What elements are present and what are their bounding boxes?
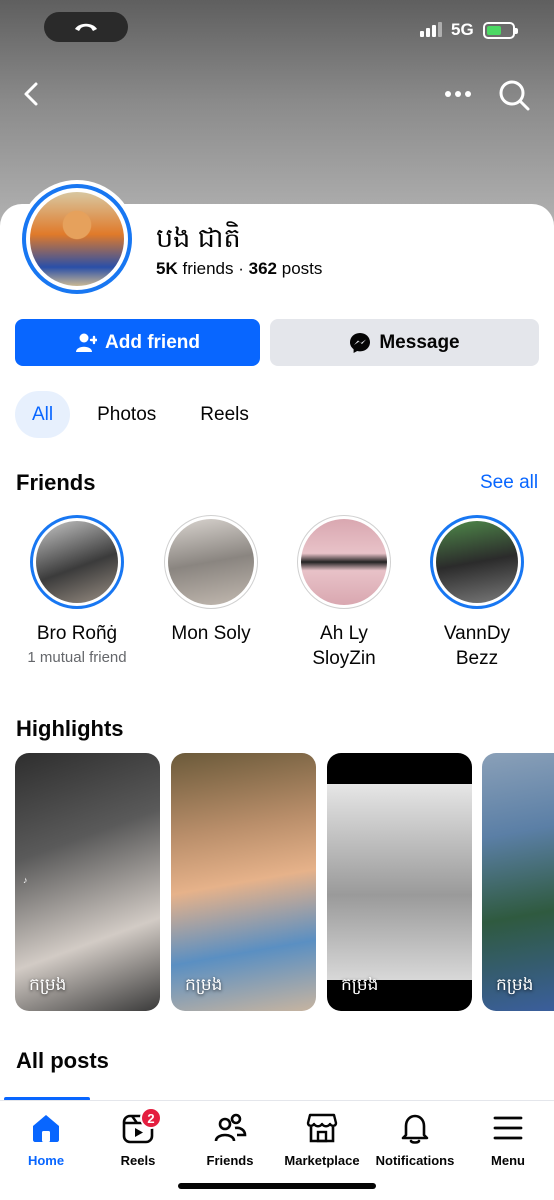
avatar-photo (30, 192, 124, 286)
reels-badge: 2 (140, 1107, 162, 1129)
nav-marketplace[interactable]: Marketplace (272, 1111, 372, 1168)
phone-icon (75, 23, 97, 31)
nav-home[interactable]: Home (0, 1111, 96, 1168)
friend-name: Ah Ly SloyZin (312, 623, 376, 669)
highlight-label: កម្រង (185, 975, 223, 994)
highlight-card[interactable]: កម្រង (327, 753, 472, 1011)
battery-icon (483, 22, 518, 39)
back-icon[interactable] (18, 80, 46, 108)
network-type: 5G (451, 20, 474, 39)
call-indicator[interactable] (44, 12, 128, 42)
profile-avatar[interactable] (18, 180, 136, 298)
friends-section-title: Friends (16, 470, 96, 495)
highlight-card[interactable]: កម្រង (171, 753, 316, 1011)
home-indicator[interactable] (178, 1183, 376, 1189)
profile-tabs: All Photos Reels (15, 391, 266, 438)
add-friend-button[interactable]: Add friend (15, 319, 260, 366)
nav-notifications[interactable]: Notifications (365, 1111, 465, 1168)
highlight-card[interactable]: កម្រង (482, 753, 554, 1011)
status-bar: 5G (0, 0, 554, 60)
signal-icon (420, 22, 442, 37)
see-all-friends-link[interactable]: See all (480, 472, 538, 494)
home-icon (33, 1115, 59, 1142)
highlight-label: កម្រង (341, 975, 379, 994)
friend-name: Bro Roñġ (36, 623, 118, 644)
all-posts-title: All posts (16, 1048, 109, 1073)
add-person-icon (76, 333, 97, 352)
bell-icon (401, 1114, 429, 1144)
friend-avatar (30, 515, 124, 609)
friend-avatar (164, 515, 258, 609)
friends-icon (214, 1113, 247, 1142)
more-options-icon[interactable] (442, 80, 474, 108)
profile-name: បង ជាតិ (156, 223, 241, 253)
friend-name: Mon Soly (171, 623, 251, 644)
nav-marketplace-label: Marketplace (284, 1153, 360, 1168)
messenger-icon (350, 332, 371, 353)
tab-all[interactable]: All (15, 391, 71, 438)
posts-word: posts (281, 259, 323, 278)
friend-avatar (297, 515, 391, 609)
posts-count: 362 (248, 259, 278, 278)
nav-reels[interactable]: 2 Reels (88, 1107, 188, 1168)
friends-count[interactable]: 5K (156, 259, 178, 278)
nav-menu[interactable]: Menu (458, 1111, 554, 1168)
friend-card[interactable]: VannDy Bezz (411, 515, 543, 671)
menu-icon (493, 1116, 523, 1140)
nav-friends-label: Friends (206, 1153, 254, 1168)
friend-avatar (430, 515, 524, 609)
nav-friends[interactable]: Friends (180, 1111, 280, 1168)
friend-name: VannDy Bezz (443, 623, 511, 669)
nav-notifications-label: Notifications (375, 1153, 455, 1168)
highlights-section-title: Highlights (16, 716, 124, 741)
nav-reels-label: Reels (120, 1153, 156, 1168)
tab-photos[interactable]: Photos (80, 391, 173, 438)
highlight-card[interactable]: ♪ កម្រង (15, 753, 160, 1011)
highlights-carousel: ♪ កម្រង កម្រង កម្រង កម្រង (15, 753, 554, 1012)
friend-card[interactable]: Ah Ly SloyZin (278, 515, 410, 671)
friend-card[interactable]: Bro Roñġ 1 mutual friend (11, 515, 143, 668)
tiktok-icon: ♪ (23, 875, 28, 885)
message-button[interactable]: Message (270, 319, 539, 366)
mutual-friends: 1 mutual friend (27, 649, 127, 666)
highlight-label: កម្រង (29, 975, 67, 994)
friend-card[interactable]: Mon Soly (145, 515, 277, 646)
stats-separator: · (238, 259, 244, 278)
message-label: Message (379, 331, 460, 353)
nav-menu-label: Menu (491, 1153, 525, 1168)
profile-stats: 5K friends · 362 posts (156, 259, 322, 279)
tab-reels[interactable]: Reels (183, 391, 266, 438)
nav-home-label: Home (27, 1153, 65, 1168)
highlight-label: កម្រង (496, 975, 534, 994)
search-icon[interactable] (497, 78, 531, 112)
friends-word[interactable]: friends (182, 259, 233, 278)
add-friend-label: Add friend (105, 331, 200, 353)
marketplace-icon (306, 1113, 338, 1143)
